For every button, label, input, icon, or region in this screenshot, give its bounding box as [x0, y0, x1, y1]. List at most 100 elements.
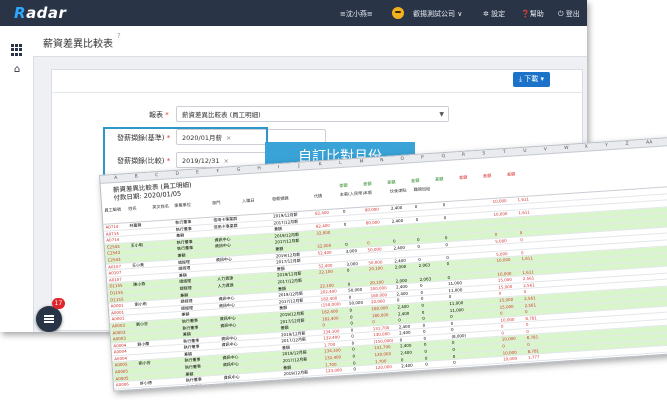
cell-v8: 8,781	[526, 334, 539, 341]
cell-v4: 2,400	[397, 303, 409, 310]
cell-v6: 11,000	[449, 306, 464, 313]
cell-dept: 人力資源	[217, 282, 234, 289]
cell-v8: 2,561	[522, 275, 535, 282]
help-question-icon[interactable]: ?	[117, 32, 121, 40]
cell-date: 差額	[279, 305, 288, 311]
cell-v8: 1,777	[528, 361, 541, 367]
cell-v5: 0	[424, 355, 428, 361]
cell-v8: 1,611	[522, 268, 534, 275]
cell-code: A0005	[114, 368, 129, 375]
apps-grid-icon[interactable]	[11, 44, 23, 56]
report-select[interactable]: 薪資差異比較表 (員工明細) ▼	[176, 106, 449, 122]
column-letter: Q	[441, 154, 446, 160]
cell-dept: 資訊中心	[214, 242, 232, 249]
cell-v2: 0	[349, 314, 353, 320]
cell-v3: 131,700	[372, 324, 390, 331]
cell-v6: 0	[448, 294, 452, 300]
radar-logo[interactable]: Radar	[14, 4, 66, 22]
report-select-value: 薪資差異比較表 (員工明細)	[182, 111, 261, 119]
cell-v1: 1,700	[323, 341, 336, 348]
cell-v1: 202,400	[320, 288, 337, 295]
column-letter: G	[236, 167, 241, 173]
cell-date: 差額	[277, 285, 287, 291]
cell-v8: 0	[525, 322, 529, 328]
required-mark: *	[165, 111, 169, 119]
cell-v7: 15,000	[499, 296, 514, 303]
cell-v2: 3,000	[346, 260, 359, 267]
cell-v4: 2,400	[393, 244, 406, 251]
cell-date: 差額	[276, 265, 285, 272]
cell-code: A0714	[106, 236, 120, 243]
header-cell: 事業單位	[174, 201, 192, 209]
company-switcher[interactable]: 叡揚測試公司 ∨	[413, 9, 462, 19]
diff-tag: 差額	[482, 173, 492, 179]
stack-icon	[44, 315, 54, 323]
cell-unit: 總經理	[180, 298, 193, 304]
cell-code: A0004	[114, 355, 128, 362]
cell-v3: 120,000	[375, 364, 393, 371]
settings-link[interactable]: ✲ 設定	[483, 9, 505, 19]
cell-code: A0001	[110, 302, 124, 309]
cell-v2: 0	[342, 208, 346, 214]
cell-v1: 52,400	[318, 262, 333, 269]
column-letter: R	[461, 152, 466, 158]
cell-v3: 200,000	[369, 285, 387, 292]
cell-v5: 0	[425, 368, 429, 374]
cell-v6: (8,000)	[451, 332, 467, 339]
user-avatar-icon[interactable]	[392, 7, 404, 19]
cell-v3: 0	[372, 319, 376, 325]
cell-v8: 0	[527, 341, 530, 348]
column-letter: Y	[605, 143, 609, 149]
column-letter: P	[420, 155, 424, 161]
report-label: 報表 *	[149, 110, 169, 120]
cell-v3: 130,000	[373, 331, 390, 338]
cell-v4: 2,400	[398, 323, 411, 330]
cell-v4: 2,400	[401, 369, 414, 376]
cell-code: A0005	[115, 375, 129, 382]
cell-v2: 50,000	[348, 300, 364, 307]
header-cell: 部門	[211, 200, 221, 206]
help-label: 幫助	[529, 10, 544, 18]
cell-v7: 15,000	[499, 303, 514, 310]
column-letter: W	[564, 145, 569, 152]
cell-v6: 0	[446, 254, 449, 260]
cell-unit: 執行董事	[186, 383, 203, 390]
column-letter: F	[216, 169, 220, 175]
cell-dept: 資訊中心	[215, 255, 232, 262]
cell-v3: 50,000	[367, 246, 382, 252]
logout-link[interactable]: ⏻ 登出	[558, 9, 580, 19]
download-button[interactable]: ⤓ 下載 ▾	[513, 72, 550, 87]
cell-v2: 0	[350, 327, 354, 333]
cell-v1: 134,100	[324, 347, 341, 354]
page-title: 薪資差異比較表	[43, 39, 113, 50]
cell-v2: 0	[350, 320, 354, 326]
cell-code: D1155	[109, 289, 124, 296]
notification-fab[interactable]	[36, 306, 62, 332]
cell-v7: 0	[500, 323, 504, 329]
cell-v4: 2,000	[394, 264, 407, 270]
cell-v3: 20,100	[368, 265, 383, 272]
cell-v8: 0	[526, 328, 530, 334]
cell-v3: 1,700	[374, 358, 387, 364]
cell-unit: 總經理	[179, 285, 192, 291]
help-link[interactable]: ❓幫助	[521, 9, 544, 19]
cell-v7: 10,000	[492, 198, 507, 204]
cell-v4: 2,400	[395, 283, 408, 290]
cell-v2: 0	[343, 221, 347, 228]
column-letter: X	[584, 144, 588, 150]
cell-code: D1155	[109, 283, 123, 289]
cell-v1: 123,000	[325, 367, 343, 374]
user-name[interactable]: ≡沈小燕≡	[340, 9, 373, 19]
cell-name: 王小美	[131, 261, 145, 268]
cell-v6: 11,000	[447, 280, 463, 287]
column-letter: K	[318, 162, 322, 168]
cell-v2: 0	[352, 353, 356, 359]
cell-v5: 0	[414, 203, 418, 210]
cell-v1: 32,000	[317, 242, 332, 249]
cell-dept: 資訊中心	[222, 361, 239, 368]
cell-v4: 0	[392, 238, 396, 244]
cell-dept: 資訊中心	[219, 315, 236, 322]
column-letter: B	[134, 174, 138, 180]
home-icon[interactable]: ⌂	[11, 64, 23, 76]
cell-v6: 0	[442, 202, 446, 208]
